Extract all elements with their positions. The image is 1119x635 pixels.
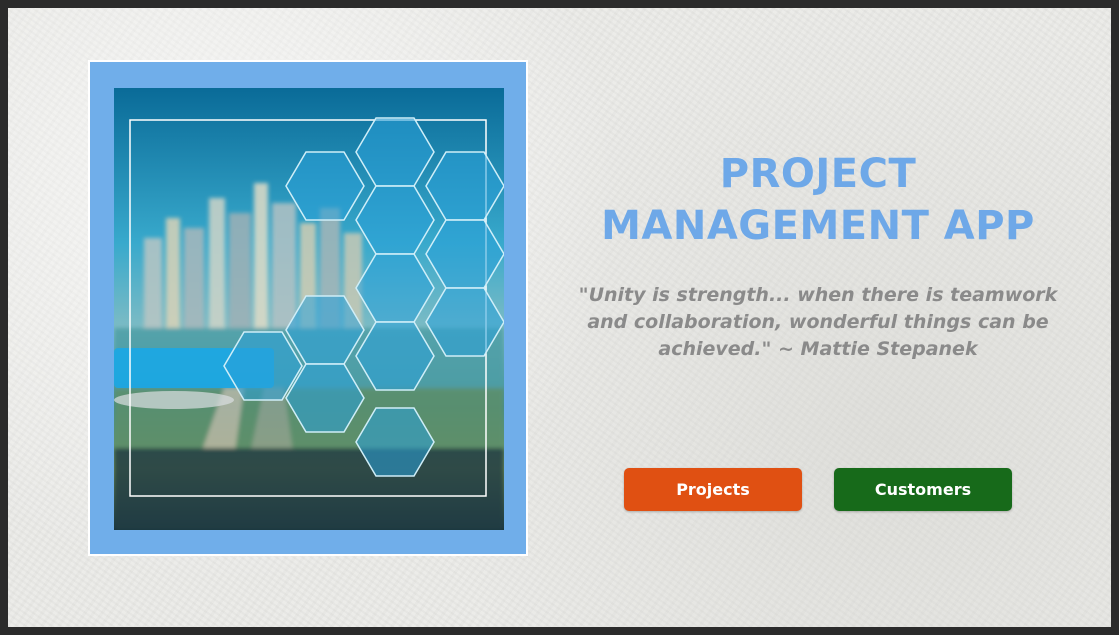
city-hexagon-illustration [114,88,504,530]
customers-button[interactable]: Customers [834,468,1012,511]
quote-text: "Unity is strength... when there is team… [578,284,1058,360]
page-title: PROJECT MANAGEMENT APP [548,148,1088,252]
hero-image [114,88,504,530]
projects-button[interactable]: Projects [624,468,802,511]
hero-image-frame [90,62,526,554]
title-line-2: MANAGEMENT APP [601,203,1035,249]
title-line-1: PROJECT [719,151,917,197]
app-window: PROJECT MANAGEMENT APP "Unity is strengt… [8,8,1111,627]
